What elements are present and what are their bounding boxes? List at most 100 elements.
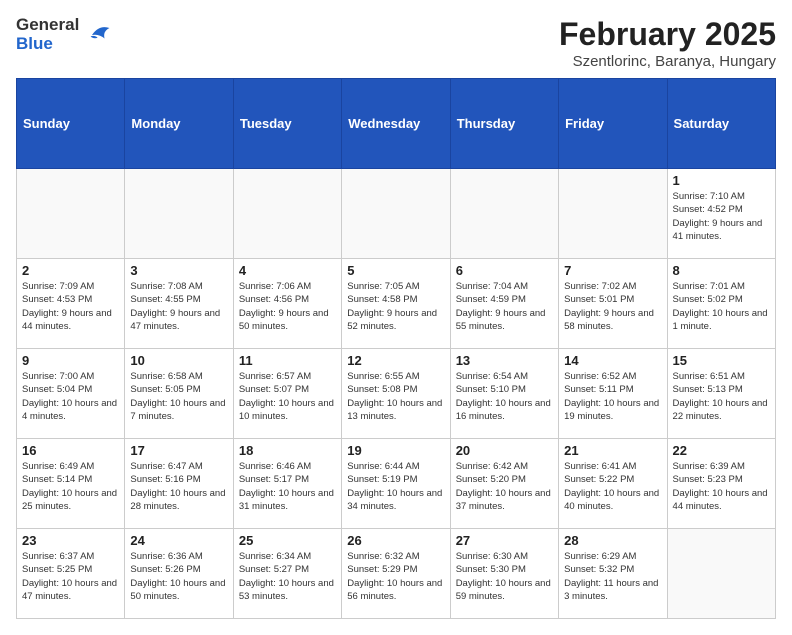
day-info: Sunrise: 6:47 AM Sunset: 5:16 PM Dayligh… [130, 460, 227, 513]
weekday-header-row: SundayMondayTuesdayWednesdayThursdayFrid… [17, 79, 776, 169]
day-info: Sunrise: 7:05 AM Sunset: 4:58 PM Dayligh… [347, 280, 444, 333]
day-number: 8 [673, 263, 770, 278]
day-number: 24 [130, 533, 227, 548]
day-info: Sunrise: 6:34 AM Sunset: 5:27 PM Dayligh… [239, 550, 336, 603]
logo-general: General [16, 16, 79, 35]
day-number: 12 [347, 353, 444, 368]
day-number: 15 [673, 353, 770, 368]
day-info: Sunrise: 7:02 AM Sunset: 5:01 PM Dayligh… [564, 280, 661, 333]
day-info: Sunrise: 6:46 AM Sunset: 5:17 PM Dayligh… [239, 460, 336, 513]
day-number: 25 [239, 533, 336, 548]
day-cell: 20 Sunrise: 6:42 AM Sunset: 5:20 PM Dayli… [450, 439, 558, 529]
day-cell: 28 Sunrise: 6:29 AM Sunset: 5:32 PM Dayli… [559, 529, 667, 619]
day-info: Sunrise: 7:10 AM Sunset: 4:52 PM Dayligh… [673, 190, 770, 243]
day-info: Sunrise: 6:52 AM Sunset: 5:11 PM Dayligh… [564, 370, 661, 423]
day-info: Sunrise: 6:30 AM Sunset: 5:30 PM Dayligh… [456, 550, 553, 603]
day-number: 19 [347, 443, 444, 458]
day-info: Sunrise: 6:39 AM Sunset: 5:23 PM Dayligh… [673, 460, 770, 513]
day-number: 9 [22, 353, 119, 368]
day-number: 4 [239, 263, 336, 278]
day-number: 14 [564, 353, 661, 368]
day-info: Sunrise: 6:55 AM Sunset: 5:08 PM Dayligh… [347, 370, 444, 423]
day-info: Sunrise: 7:04 AM Sunset: 4:59 PM Dayligh… [456, 280, 553, 333]
day-cell [559, 169, 667, 259]
weekday-header-wednesday: Wednesday [342, 79, 450, 169]
week-row-3: 9 Sunrise: 7:00 AM Sunset: 5:04 PM Daylig… [17, 349, 776, 439]
day-cell: 27 Sunrise: 6:30 AM Sunset: 5:30 PM Dayli… [450, 529, 558, 619]
day-cell [667, 529, 775, 619]
weekday-header-sunday: Sunday [17, 79, 125, 169]
day-cell [342, 169, 450, 259]
day-cell: 11 Sunrise: 6:57 AM Sunset: 5:07 PM Dayli… [233, 349, 341, 439]
day-number: 21 [564, 443, 661, 458]
day-number: 20 [456, 443, 553, 458]
day-number: 27 [456, 533, 553, 548]
weekday-header-friday: Friday [559, 79, 667, 169]
week-row-4: 16 Sunrise: 6:49 AM Sunset: 5:14 PM Dayli… [17, 439, 776, 529]
day-info: Sunrise: 6:42 AM Sunset: 5:20 PM Dayligh… [456, 460, 553, 513]
day-cell: 5 Sunrise: 7:05 AM Sunset: 4:58 PM Daylig… [342, 259, 450, 349]
day-info: Sunrise: 7:00 AM Sunset: 5:04 PM Dayligh… [22, 370, 119, 423]
logo-bird-icon [85, 21, 113, 49]
day-number: 2 [22, 263, 119, 278]
day-number: 28 [564, 533, 661, 548]
day-cell: 15 Sunrise: 6:51 AM Sunset: 5:13 PM Dayli… [667, 349, 775, 439]
day-info: Sunrise: 6:41 AM Sunset: 5:22 PM Dayligh… [564, 460, 661, 513]
day-cell: 26 Sunrise: 6:32 AM Sunset: 5:29 PM Dayli… [342, 529, 450, 619]
day-number: 22 [673, 443, 770, 458]
day-number: 11 [239, 353, 336, 368]
day-cell: 17 Sunrise: 6:47 AM Sunset: 5:16 PM Dayli… [125, 439, 233, 529]
day-cell [17, 169, 125, 259]
calendar: SundayMondayTuesdayWednesdayThursdayFrid… [16, 78, 776, 619]
day-cell: 24 Sunrise: 6:36 AM Sunset: 5:26 PM Dayli… [125, 529, 233, 619]
weekday-header-saturday: Saturday [667, 79, 775, 169]
weekday-header-monday: Monday [125, 79, 233, 169]
day-cell: 6 Sunrise: 7:04 AM Sunset: 4:59 PM Daylig… [450, 259, 558, 349]
day-cell: 13 Sunrise: 6:54 AM Sunset: 5:10 PM Dayli… [450, 349, 558, 439]
day-info: Sunrise: 6:54 AM Sunset: 5:10 PM Dayligh… [456, 370, 553, 423]
day-cell: 16 Sunrise: 6:49 AM Sunset: 5:14 PM Dayli… [17, 439, 125, 529]
day-info: Sunrise: 6:29 AM Sunset: 5:32 PM Dayligh… [564, 550, 661, 603]
weekday-header-tuesday: Tuesday [233, 79, 341, 169]
day-cell: 18 Sunrise: 6:46 AM Sunset: 5:17 PM Dayli… [233, 439, 341, 529]
day-number: 5 [347, 263, 444, 278]
week-row-2: 2 Sunrise: 7:09 AM Sunset: 4:53 PM Daylig… [17, 259, 776, 349]
day-info: Sunrise: 6:36 AM Sunset: 5:26 PM Dayligh… [130, 550, 227, 603]
weekday-header-thursday: Thursday [450, 79, 558, 169]
logo-blue: Blue [16, 35, 79, 54]
day-info: Sunrise: 6:57 AM Sunset: 5:07 PM Dayligh… [239, 370, 336, 423]
day-info: Sunrise: 7:09 AM Sunset: 4:53 PM Dayligh… [22, 280, 119, 333]
day-info: Sunrise: 7:01 AM Sunset: 5:02 PM Dayligh… [673, 280, 770, 333]
title-area: February 2025 Szentlorinc, Baranya, Hung… [559, 16, 776, 70]
day-number: 23 [22, 533, 119, 548]
day-cell: 7 Sunrise: 7:02 AM Sunset: 5:01 PM Daylig… [559, 259, 667, 349]
day-info: Sunrise: 6:58 AM Sunset: 5:05 PM Dayligh… [130, 370, 227, 423]
day-number: 17 [130, 443, 227, 458]
week-row-5: 23 Sunrise: 6:37 AM Sunset: 5:25 PM Dayli… [17, 529, 776, 619]
day-cell: 10 Sunrise: 6:58 AM Sunset: 5:05 PM Dayli… [125, 349, 233, 439]
day-info: Sunrise: 7:06 AM Sunset: 4:56 PM Dayligh… [239, 280, 336, 333]
day-number: 7 [564, 263, 661, 278]
day-number: 26 [347, 533, 444, 548]
day-cell [233, 169, 341, 259]
day-info: Sunrise: 6:51 AM Sunset: 5:13 PM Dayligh… [673, 370, 770, 423]
day-number: 16 [22, 443, 119, 458]
day-cell: 23 Sunrise: 6:37 AM Sunset: 5:25 PM Dayli… [17, 529, 125, 619]
day-number: 13 [456, 353, 553, 368]
day-cell: 9 Sunrise: 7:00 AM Sunset: 5:04 PM Daylig… [17, 349, 125, 439]
day-cell: 12 Sunrise: 6:55 AM Sunset: 5:08 PM Dayli… [342, 349, 450, 439]
day-cell: 19 Sunrise: 6:44 AM Sunset: 5:19 PM Dayli… [342, 439, 450, 529]
day-info: Sunrise: 7:08 AM Sunset: 4:55 PM Dayligh… [130, 280, 227, 333]
header: General Blue February 2025 Szentlorinc, … [16, 16, 776, 70]
day-number: 10 [130, 353, 227, 368]
day-info: Sunrise: 6:37 AM Sunset: 5:25 PM Dayligh… [22, 550, 119, 603]
day-cell [450, 169, 558, 259]
day-cell: 1 Sunrise: 7:10 AM Sunset: 4:52 PM Daylig… [667, 169, 775, 259]
day-number: 18 [239, 443, 336, 458]
day-number: 3 [130, 263, 227, 278]
day-info: Sunrise: 6:49 AM Sunset: 5:14 PM Dayligh… [22, 460, 119, 513]
day-number: 1 [673, 173, 770, 188]
day-number: 6 [456, 263, 553, 278]
day-info: Sunrise: 6:32 AM Sunset: 5:29 PM Dayligh… [347, 550, 444, 603]
day-info: Sunrise: 6:44 AM Sunset: 5:19 PM Dayligh… [347, 460, 444, 513]
